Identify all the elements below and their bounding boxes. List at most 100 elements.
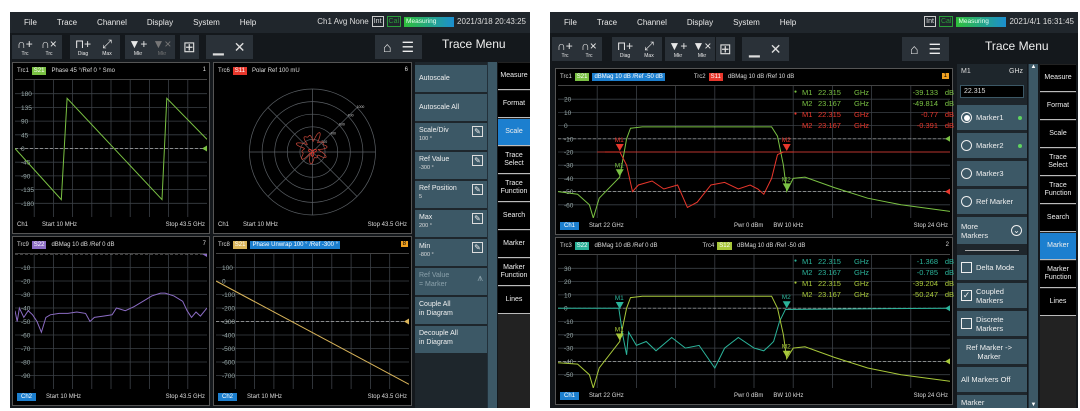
trace-name[interactable]: Trc4 bbox=[703, 243, 715, 249]
diagram-1[interactable]: Trc1 S21 dBMag 10 dB /Ref -50 dB Trc2 S1… bbox=[555, 68, 954, 235]
menu-toggle-icon[interactable]: ☰ bbox=[401, 39, 414, 56]
s-param-badge[interactable]: S22 bbox=[574, 242, 590, 250]
tab-search[interactable]: Search bbox=[498, 203, 530, 230]
trace-name[interactable]: Trc8 bbox=[218, 242, 230, 248]
menu-trace[interactable]: Trace bbox=[597, 18, 617, 27]
decouple-all-button[interactable]: Decouple All in Diagram bbox=[415, 326, 487, 353]
s-param-badge[interactable]: S11 bbox=[232, 67, 248, 75]
scroll-up-icon[interactable]: ▲ bbox=[1029, 64, 1038, 70]
menu-file[interactable]: File bbox=[24, 18, 37, 27]
add-diagram-button[interactable]: ⊓+ Diag bbox=[615, 39, 635, 59]
autoscale-button[interactable]: Autoscale bbox=[415, 65, 487, 92]
marker3-radio[interactable]: Marker3 bbox=[957, 161, 1027, 186]
tab-lines[interactable]: Lines bbox=[498, 287, 530, 314]
minimize-icon[interactable]: ▁ bbox=[213, 39, 224, 56]
trace-name[interactable]: Trc3 bbox=[560, 243, 572, 249]
delta-mode-checkbox[interactable]: Delta Mode bbox=[957, 255, 1027, 280]
s-param-badge[interactable]: S21 bbox=[31, 67, 47, 75]
marker2-radio[interactable]: Marker2 bbox=[957, 133, 1027, 158]
trace-name[interactable]: Trc1 bbox=[17, 68, 29, 74]
all-markers-off-button[interactable]: All Markers Off bbox=[957, 367, 1027, 392]
ref-marker-to-marker-button[interactable]: Ref Marker -> Marker bbox=[957, 339, 1027, 364]
menu-display[interactable]: Display bbox=[147, 18, 173, 27]
couple-all-button[interactable]: Couple All in Diagram bbox=[415, 297, 487, 324]
tab-format[interactable]: Format bbox=[1040, 93, 1076, 120]
menu-system[interactable]: System bbox=[733, 18, 760, 27]
menu-display[interactable]: Display bbox=[687, 18, 713, 27]
max-button[interactable]: Max 200 ° ✎ bbox=[415, 210, 487, 237]
close-icon[interactable]: ✕ bbox=[234, 39, 246, 56]
menu-channel[interactable]: Channel bbox=[637, 18, 667, 27]
tab-search[interactable]: Search bbox=[1040, 205, 1076, 232]
menu-system[interactable]: System bbox=[193, 18, 220, 27]
discrete-markers-checkbox[interactable]: Discrete Markers bbox=[957, 311, 1027, 336]
add-trace-button[interactable]: ∩+ Trc bbox=[555, 39, 575, 59]
channel-badge[interactable]: Ch1 bbox=[560, 392, 580, 400]
marker1-radio[interactable]: Marker1 bbox=[957, 105, 1027, 130]
channel-badge[interactable]: Ch2 bbox=[17, 393, 37, 401]
add-marker-button[interactable]: ▼+ Mkr bbox=[128, 37, 148, 57]
minimize-icon[interactable]: ▁ bbox=[749, 41, 760, 58]
delete-trace-button[interactable]: ∩× Trc bbox=[39, 37, 59, 57]
scroll-down-icon[interactable]: ▼ bbox=[1029, 402, 1038, 408]
diagram-7[interactable]: Trc9 S22 dBMag 10 dB /Ref 0 dB 7 -10 -20 -… bbox=[12, 236, 210, 406]
close-icon[interactable]: ✕ bbox=[770, 41, 782, 58]
add-trace-button[interactable]: ∩+ Trc bbox=[15, 37, 35, 57]
tab-marker[interactable]: Marker bbox=[498, 231, 530, 258]
add-marker-button[interactable]: ▼+ Mkr bbox=[668, 39, 688, 59]
tab-measure[interactable]: Measure bbox=[498, 63, 530, 90]
delete-marker-button[interactable]: ▼× Mkr bbox=[692, 39, 712, 59]
marker-frequency-input[interactable]: 22.315 bbox=[960, 85, 1024, 98]
scrollbar[interactable]: ▲ ▼ bbox=[1028, 64, 1038, 408]
home-icon[interactable]: ⌂ bbox=[383, 39, 391, 55]
delete-marker-button[interactable]: ▼× Mkr bbox=[152, 37, 172, 57]
trace-name[interactable]: Trc9 bbox=[17, 242, 29, 248]
min-button[interactable]: Min -800 ° ✎ bbox=[415, 239, 487, 266]
trace-name[interactable]: Trc1 bbox=[560, 74, 572, 80]
menu-help[interactable]: Help bbox=[240, 18, 256, 27]
ref-position-button[interactable]: Ref Position 5 ✎ bbox=[415, 181, 487, 208]
diagram-1[interactable]: Trc1 S21 Phase 45 °/Ref 0 ° Smo 1 180 135… bbox=[12, 62, 210, 234]
tab-marker-function[interactable]: Marker Function bbox=[1040, 261, 1076, 288]
tab-scale[interactable]: Scale bbox=[498, 119, 530, 146]
menu-file[interactable]: File bbox=[564, 18, 577, 27]
windows-button[interactable]: ⊞ bbox=[180, 35, 199, 59]
windows-button[interactable]: ⊞ bbox=[716, 37, 735, 61]
tab-format[interactable]: Format bbox=[498, 91, 530, 118]
tab-measure[interactable]: Measure bbox=[1040, 65, 1076, 92]
home-icon[interactable]: ⌂ bbox=[910, 41, 918, 57]
tab-marker-function[interactable]: Marker Function bbox=[498, 259, 530, 286]
ref-value-marker-button[interactable]: Ref Value = Marker ⩚ bbox=[415, 268, 487, 295]
coupled-markers-checkbox[interactable]: ✓ Coupled Markers bbox=[957, 283, 1027, 308]
tab-trace-select[interactable]: Trace Select bbox=[1040, 149, 1076, 176]
s-param-badge[interactable]: S21 bbox=[574, 73, 590, 81]
diagram-6[interactable]: Trc6 S11 Polar Ref 100 mU 6 200 400 600 800… bbox=[213, 62, 412, 234]
trace-name[interactable]: Trc6 bbox=[218, 68, 230, 74]
tab-trace-function[interactable]: Trace Function bbox=[1040, 177, 1076, 204]
channel-badge[interactable]: Ch1 bbox=[560, 222, 580, 230]
channel-badge[interactable]: Ch2 bbox=[218, 393, 238, 401]
menu-channel[interactable]: Channel bbox=[97, 18, 127, 27]
autoscale-all-button[interactable]: Autoscale All bbox=[415, 94, 487, 121]
menu-help[interactable]: Help bbox=[780, 18, 796, 27]
tab-marker[interactable]: Marker bbox=[1040, 233, 1076, 260]
diagram-8[interactable]: Trc8 S21 Phase Unwrap 100 ° /Ref -300 ° … bbox=[213, 236, 412, 406]
menu-trace[interactable]: Trace bbox=[57, 18, 77, 27]
add-diagram-button[interactable]: ⊓+ Diag bbox=[73, 37, 93, 57]
maximize-button[interactable]: ⤢ Max bbox=[639, 39, 659, 59]
scale-div-button[interactable]: Scale/Div 100 ° ✎ bbox=[415, 123, 487, 150]
s-param-badge[interactable]: S12 bbox=[717, 242, 732, 250]
trace-name[interactable]: Trc2 bbox=[694, 74, 706, 80]
tab-scale[interactable]: Scale bbox=[1040, 121, 1076, 148]
diagram-2[interactable]: Trc3 S22 dBMag 10 dB /Ref 0 dB Trc4 S12 … bbox=[555, 237, 954, 405]
tab-trace-select[interactable]: Trace Select bbox=[498, 147, 530, 174]
more-markers-button[interactable]: More Markers ⌄ bbox=[957, 217, 1027, 244]
maximize-button[interactable]: ⤢ Max bbox=[97, 37, 117, 57]
tab-trace-function[interactable]: Trace Function bbox=[498, 175, 530, 202]
s-param-badge[interactable]: S21 bbox=[232, 241, 248, 249]
s-param-badge[interactable]: S22 bbox=[31, 241, 47, 249]
s-param-badge[interactable]: S11 bbox=[708, 73, 723, 81]
menu-toggle-icon[interactable]: ☰ bbox=[928, 41, 941, 58]
tab-lines[interactable]: Lines bbox=[1040, 289, 1076, 316]
marker-more-button[interactable]: Marker bbox=[957, 395, 1027, 408]
